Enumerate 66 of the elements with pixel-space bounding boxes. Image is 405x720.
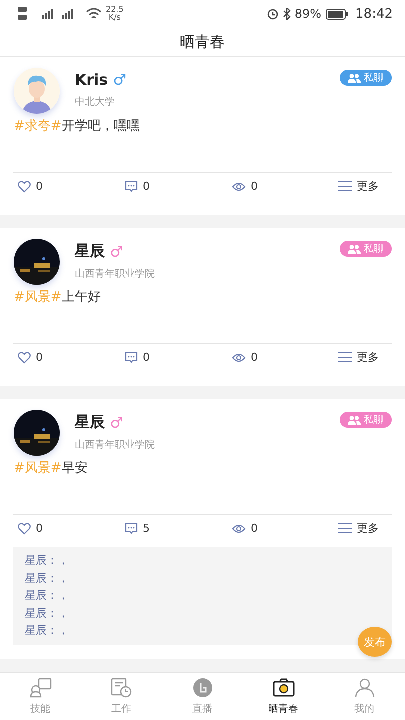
- comment-line: 星辰：，: [25, 570, 70, 587]
- like-count: 0: [36, 522, 43, 535]
- gender-symbol: ♂: [113, 71, 127, 89]
- people-icon: [348, 74, 361, 82]
- comment-line: 星辰：，: [25, 553, 70, 569]
- calendar-clock-icon[interactable]: [110, 678, 132, 698]
- tab-item[interactable]: 我的: [324, 673, 405, 720]
- private-chat-button[interactable]: 私聊: [340, 412, 392, 428]
- menu-icon[interactable]: [338, 352, 352, 363]
- comment-icon[interactable]: [125, 180, 138, 192]
- school-name: 山西青年职业学院: [75, 438, 156, 452]
- school-name: 中北大学: [75, 96, 116, 109]
- live-icon[interactable]: [192, 678, 214, 698]
- clock-time: 18:42: [356, 6, 393, 22]
- person-icon[interactable]: [354, 678, 376, 698]
- tab-item[interactable]: 技能: [0, 673, 81, 720]
- comment-icon[interactable]: [125, 522, 138, 534]
- tab-item[interactable]: 工作: [81, 673, 162, 720]
- comment-count: 0: [143, 180, 150, 193]
- view-count: 0: [251, 351, 258, 364]
- eye-icon[interactable]: [232, 352, 246, 362]
- more-link[interactable]: 更多: [357, 521, 379, 536]
- comment-count: 5: [143, 522, 150, 535]
- post-text: #风景#早安: [14, 460, 89, 478]
- user-name: 星辰: [75, 413, 105, 432]
- comment-count: 0: [143, 351, 150, 364]
- more-link[interactable]: 更多: [357, 179, 379, 194]
- menu-icon[interactable]: [338, 523, 352, 534]
- comment-line: 星辰：，: [25, 588, 70, 604]
- like-count: 0: [36, 351, 43, 364]
- school-name: 山西青年职业学院: [75, 268, 156, 281]
- post-text: #求夸#开学吧，嘿嘿: [14, 118, 141, 136]
- heart-icon[interactable]: [18, 352, 31, 364]
- private-chat-button[interactable]: 私聊: [340, 70, 392, 86]
- speed-unit: K/s: [108, 14, 121, 22]
- people-icon: [348, 416, 361, 424]
- bluetooth-icon: [282, 8, 291, 20]
- comment-line: 星辰：，: [25, 606, 70, 622]
- more-link[interactable]: 更多: [357, 350, 379, 365]
- eye-icon[interactable]: [232, 524, 246, 534]
- gender-symbol: ♂: [110, 242, 124, 260]
- network-speed: 22.5: [106, 6, 124, 14]
- view-count: 0: [251, 180, 258, 193]
- view-count: 0: [251, 522, 258, 535]
- heart-icon[interactable]: [18, 522, 31, 534]
- battery-icon: [326, 8, 348, 20]
- comment-line: 星辰：，: [25, 623, 70, 640]
- camera-icon[interactable]: [272, 678, 294, 698]
- tab-item[interactable]: 直播: [162, 673, 243, 720]
- heart-icon[interactable]: [18, 180, 31, 192]
- like-count: 0: [36, 180, 43, 193]
- user-name: 星辰: [75, 242, 105, 261]
- eye-icon[interactable]: [232, 182, 246, 192]
- gender-symbol: ♂: [110, 414, 124, 432]
- people-icon: [348, 244, 361, 254]
- tab-item[interactable]: 晒青春: [243, 673, 324, 720]
- battery-percent: 89%: [294, 7, 322, 21]
- skill-icon[interactable]: [30, 678, 52, 698]
- page-title: 晒青春: [180, 32, 225, 52]
- alarm-icon: [266, 8, 279, 20]
- user-name: Kris: [75, 71, 108, 89]
- private-chat-button[interactable]: 私聊: [340, 241, 392, 257]
- wifi-icon: [86, 7, 102, 21]
- comment-icon[interactable]: [125, 352, 138, 364]
- menu-icon[interactable]: [338, 181, 352, 192]
- post-text: #风景#上午好: [14, 289, 102, 307]
